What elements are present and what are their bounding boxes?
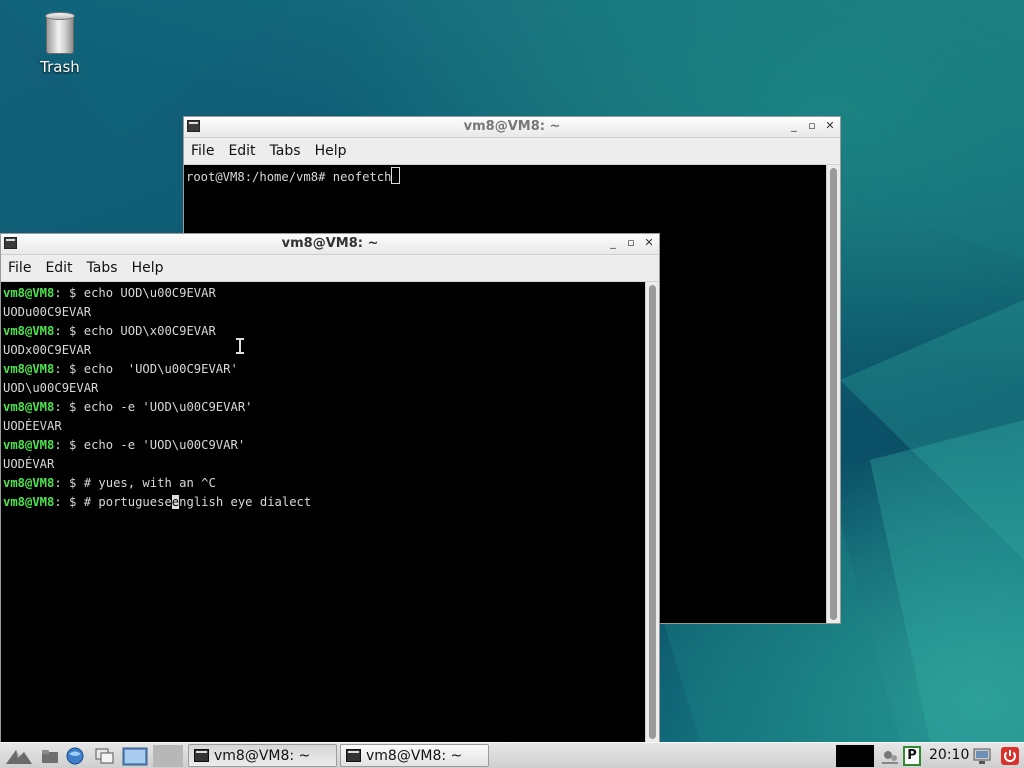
menu-bar: File Edit Tabs Help [184,138,840,165]
terminal-line: UOD\u00C9EVAR [3,381,99,395]
scrollbar[interactable] [826,165,840,623]
close-button[interactable]: ✕ [643,236,655,250]
maximize-button[interactable]: ▫ [806,119,818,133]
menu-bar: File Edit Tabs Help [1,255,659,282]
window-titlebar[interactable]: vm8@VM8: ~ _ ▫ ✕ [184,117,840,138]
power-icon[interactable] [1000,746,1020,766]
terminal-line: UODÉVAR [3,457,55,471]
terminal-icon [346,749,361,762]
menu-file[interactable]: File [1,255,38,276]
terminal-line: UODÉEVAR [3,419,62,433]
switch-windows-icon[interactable] [95,746,115,766]
taskbar-spacer [153,745,183,767]
window-title: vm8@VM8: ~ [281,236,379,251]
terminal-icon [194,749,209,762]
terminal-line: root@VM8:/home/vm8# neofetch [186,170,392,184]
terminal-line: vm8@VM8: $ # yues, with an ^C [3,476,216,490]
terminal-line: vm8@VM8: $ echo UOD\x00C9EVAR [3,324,216,338]
desktop: Trash vm8@VM8: ~ _ ▫ ✕ File Edit Tabs Help … [0,0,1024,742]
menu-help[interactable]: Help [308,138,354,159]
close-button[interactable]: ✕ [824,119,836,133]
trash-icon [45,12,75,54]
show-desktop-icon[interactable] [122,746,148,766]
menu-edit[interactable]: Edit [38,255,79,276]
start-menu-icon[interactable] [4,746,34,766]
text-cursor [391,167,401,184]
mouse-ibeam-cursor-icon [236,338,244,354]
terminal-line: vm8@VM8: $ echo -e 'UOD\u00C9EVAR' [3,400,253,414]
terminal-line: UODu00C9EVAR [3,305,92,319]
minimize-button[interactable]: _ [788,119,800,133]
menu-tabs[interactable]: Tabs [263,138,308,159]
tray-p-icon[interactable]: P [903,746,921,766]
scrollbar[interactable] [645,282,659,742]
network-icon[interactable] [972,746,992,766]
menu-help[interactable]: Help [125,255,171,276]
terminal-line: vm8@VM8: $ echo -e 'UOD\u00C9VAR' [3,438,246,452]
terminal-output[interactable]: vm8@VM8: $ echo UOD\u00C9EVAR UODu00C9EVA… [1,282,645,742]
web-browser-icon[interactable] [65,746,85,766]
desktop-icon-trash[interactable]: Trash [26,12,94,76]
taskbar-task-terminal-1[interactable]: vm8@VM8: ~ [188,744,337,767]
terminal-line: vm8@VM8: $ echo UOD\u00C9EVAR [3,286,216,300]
task-label: vm8@VM8: ~ [214,748,311,764]
desktop-icon-label: Trash [40,58,80,76]
screen-saver-icon[interactable] [880,746,900,766]
scrollbar-thumb[interactable] [649,285,656,739]
terminal-line: vm8@VM8: $ echo 'UOD\u00C9EVAR' [3,362,238,376]
tray-black-box [836,745,874,767]
clock[interactable]: 20:10 [929,747,969,763]
menu-file[interactable]: File [184,138,221,159]
window-titlebar[interactable]: vm8@VM8: ~ _ ▫ ✕ [1,234,659,255]
minimize-button[interactable]: _ [607,236,619,250]
maximize-button[interactable]: ▫ [625,236,637,250]
terminal-line: vm8@VM8: $ # portugueseenglish eye diale… [3,495,312,509]
window-title: vm8@VM8: ~ [463,119,561,134]
menu-tabs[interactable]: Tabs [80,255,125,276]
task-label: vm8@VM8: ~ [366,748,463,764]
file-manager-icon[interactable] [40,746,60,766]
terminal-window-front[interactable]: vm8@VM8: ~ _ ▫ ✕ File Edit Tabs Help vm8@VM… [0,233,660,742]
taskbar-task-terminal-2[interactable]: vm8@VM8: ~ [340,744,489,767]
taskbar: vm8@VM8: ~ vm8@VM8: ~ P 20:10 [0,742,1024,768]
menu-edit[interactable]: Edit [221,138,262,159]
terminal-line: UODx00C9EVAR [3,343,92,357]
scrollbar-thumb[interactable] [830,168,837,620]
